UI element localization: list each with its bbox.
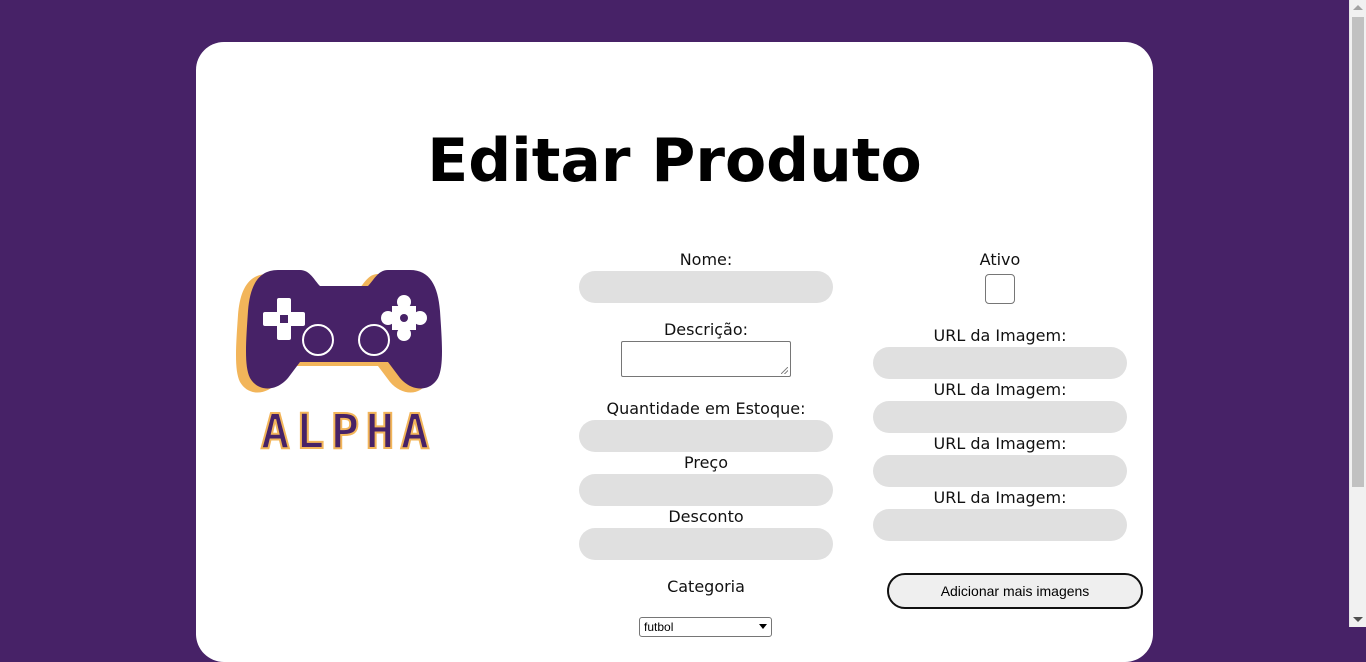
desconto-input[interactable] [579,528,833,560]
categoria-label: Categoria [667,577,745,596]
descricao-textarea[interactable] [621,341,791,377]
preco-input[interactable] [579,474,833,506]
categoria-selected-value: futbol [644,620,674,634]
gamepad-icon [236,270,442,393]
scroll-up-arrow-icon[interactable] [1353,5,1363,10]
imagem-url-label-4: URL da Imagem: [933,488,1067,507]
scroll-down-arrow-icon[interactable] [1353,617,1363,622]
logo-text: ALPHA [261,404,436,456]
estoque-input[interactable] [579,420,833,452]
imagem-url-label-2: URL da Imagem: [933,380,1067,399]
add-more-images-button[interactable]: Adicionar mais imagens [887,573,1143,609]
ativo-checkbox[interactable] [985,274,1015,304]
page-title: Editar Produto [427,126,922,196]
edit-product-card: Editar Produto ALPHA Nome: Descrição: Qu… [196,42,1153,662]
imagem-url-label-1: URL da Imagem: [933,326,1067,345]
preco-label: Preço [683,453,729,472]
categoria-select[interactable]: futbol [639,617,772,637]
scroll-thumb[interactable] [1352,17,1364,487]
imagem-url-input-1[interactable] [873,347,1127,379]
nome-label: Nome: [679,250,733,269]
descricao-label: Descrição: [663,320,749,339]
imagem-url-input-4[interactable] [873,509,1127,541]
imagem-url-label-3: URL da Imagem: [933,434,1067,453]
alpha-logo: ALPHA [236,270,442,456]
resize-grip-icon[interactable] [781,367,788,374]
imagem-url-input-2[interactable] [873,401,1127,433]
desconto-label: Desconto [668,507,744,526]
nome-input[interactable] [579,271,833,303]
page-scrollbar[interactable] [1349,0,1366,627]
ativo-label: Ativo [979,250,1021,269]
imagem-url-input-3[interactable] [873,455,1127,487]
estoque-label: Quantidade em Estoque: [606,399,806,418]
